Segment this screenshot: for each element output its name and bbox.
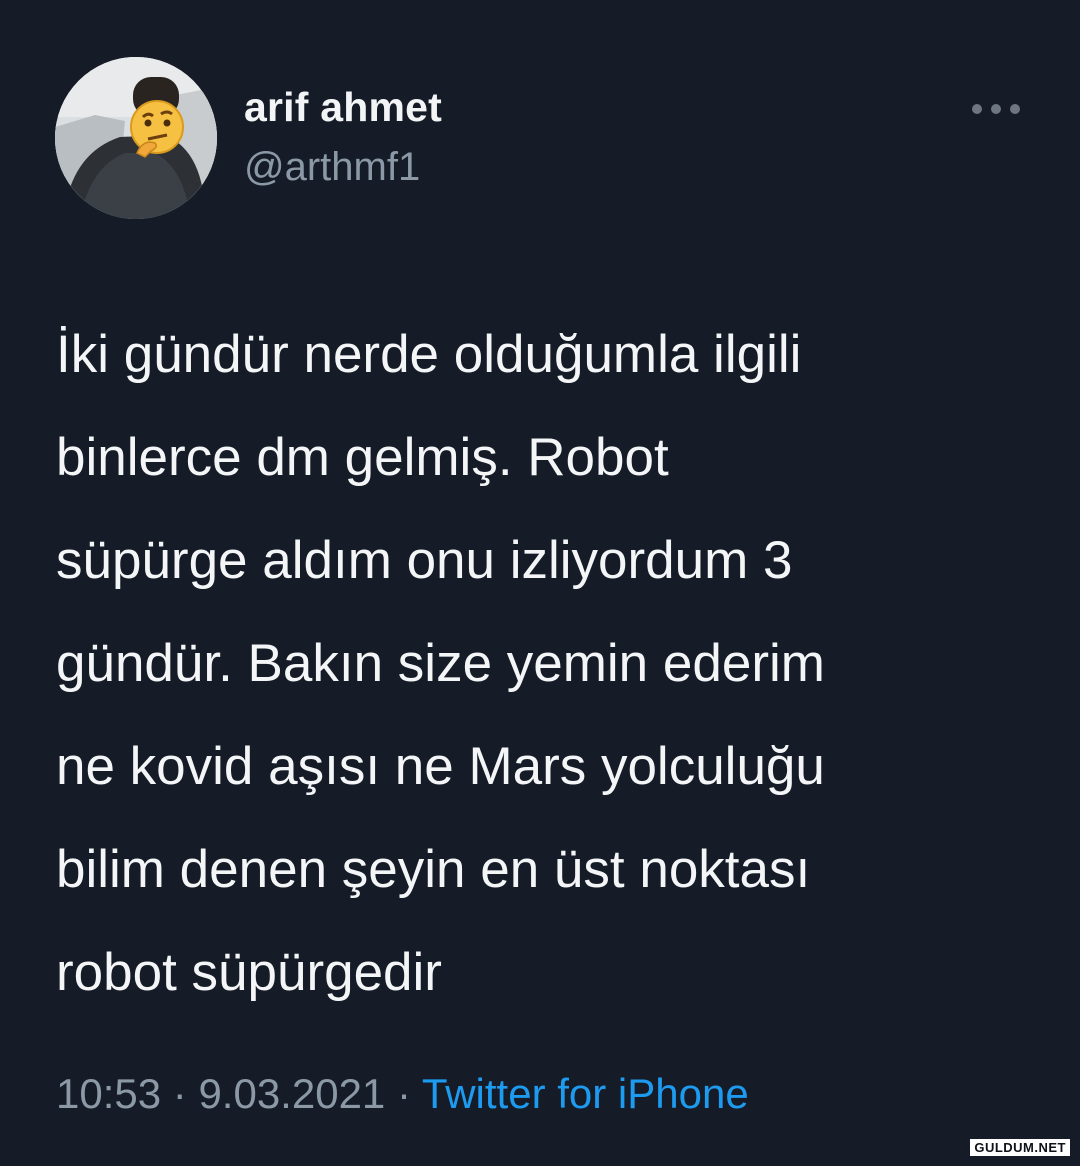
tweet-date[interactable]: 9.03.2021 bbox=[198, 1070, 385, 1117]
meta-separator: · bbox=[161, 1070, 199, 1117]
tweet-source-link[interactable]: Twitter for iPhone bbox=[422, 1070, 749, 1117]
tweet-time[interactable]: 10:53 bbox=[56, 1070, 161, 1117]
meta-separator: · bbox=[385, 1070, 422, 1117]
tweet-text-line: robot süpürgedir bbox=[56, 943, 442, 1002]
avatar-photo bbox=[55, 57, 217, 219]
site-watermark: GULDUM.NET bbox=[970, 1139, 1070, 1156]
tweet-text: İki gündür nerde olduğumla ilgili binler… bbox=[56, 303, 1046, 1024]
more-horizontal-icon[interactable] bbox=[968, 96, 1024, 122]
author-display-name[interactable]: arif ahmet bbox=[244, 84, 442, 131]
tweet-text-line: gündür. Bakın size yemin ederim bbox=[56, 634, 825, 693]
tweet-text-line: İki gündür nerde olduğumla ilgili bbox=[56, 325, 802, 384]
avatar[interactable] bbox=[55, 57, 217, 219]
tweet-text-line: ne kovid aşısı ne Mars yolculuğu bbox=[56, 737, 825, 796]
tweet-metadata: 10:53 · 9.03.2021 · Twitter for iPhone bbox=[56, 1070, 749, 1118]
tweet-text-line: süpürge aldım onu izliyordum 3 bbox=[56, 531, 793, 590]
author-handle[interactable]: @arthmf1 bbox=[244, 145, 420, 190]
tweet-screenshot: arif ahmet @arthmf1 İki gündür nerde old… bbox=[0, 0, 1080, 1166]
tweet-text-line: bilim denen şeyin en üst noktası bbox=[56, 840, 811, 899]
tweet-text-line: binlerce dm gelmiş. Robot bbox=[56, 428, 669, 487]
